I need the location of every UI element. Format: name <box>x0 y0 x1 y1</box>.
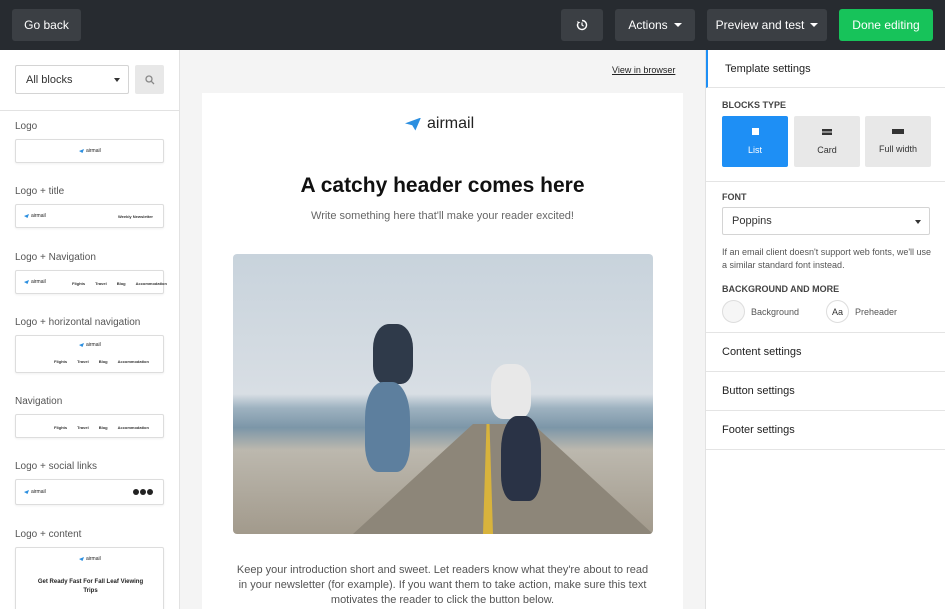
preheader-swatch[interactable]: Aa <box>826 300 849 323</box>
font-select[interactable]: Poppins <box>722 207 930 235</box>
actions-dropdown[interactable]: Actions <box>615 9 695 41</box>
thumb-title: Weekly Newsletter <box>117 214 153 219</box>
person-right-shape <box>491 364 531 419</box>
block-logo-social-links[interactable]: airmail <box>15 479 164 505</box>
airmail-logo: airmail <box>79 148 101 154</box>
card-type-icon <box>822 128 832 135</box>
hero-image[interactable] <box>233 254 653 534</box>
type-label: List <box>747 145 762 155</box>
instagram-icon <box>147 489 153 495</box>
background-color-picker[interactable]: Background <box>722 300 799 323</box>
preheader-color-picker[interactable]: Aa Preheader <box>826 300 897 323</box>
type-label: Full width <box>878 144 917 154</box>
email-subline[interactable]: Write something here that'll make your r… <box>202 210 683 222</box>
blocks-type-label: BLOCKS TYPE <box>722 100 787 110</box>
thumb-nav: Flights Travel Blog Accommodation <box>54 425 149 430</box>
airmail-logo: airmail <box>24 279 46 285</box>
block-label: Logo + content <box>15 529 82 540</box>
font-value: Poppins <box>732 215 772 227</box>
background-label: BACKGROUND AND MORE <box>722 284 840 294</box>
full-width-type-icon <box>892 129 904 134</box>
content-settings-section[interactable]: Content settings <box>706 333 945 372</box>
block-label: Logo <box>15 121 38 132</box>
filter-value: All blocks <box>26 73 73 86</box>
facebook-icon <box>133 489 139 495</box>
font-note: If an email client doesn't support web f… <box>722 247 932 270</box>
preheader-swatch-label: Preheader <box>855 306 898 317</box>
type-label: Card <box>817 144 837 155</box>
paper-plane-icon <box>405 117 421 131</box>
person-left-legs-shape <box>365 382 410 472</box>
button-settings-section[interactable]: Button settings <box>706 372 945 411</box>
block-logo-horizontal-navigation[interactable]: airmail Flights Travel Blog Accommodation <box>15 335 164 373</box>
email-headline[interactable]: A catchy header comes here <box>202 174 683 198</box>
go-back-button[interactable]: Go back <box>12 9 81 41</box>
panel-divider <box>706 181 945 182</box>
template-settings-header[interactable]: Template settings <box>706 50 945 88</box>
block-logo[interactable]: airmail <box>15 139 164 163</box>
actions-label: Actions <box>628 18 668 32</box>
email-canvas: View in browser airmail A catchy header … <box>181 50 705 609</box>
history-icon <box>576 19 588 31</box>
airmail-logo: airmail <box>24 213 46 219</box>
settings-panel: Template settings BLOCKS TYPE List Card … <box>705 50 945 609</box>
block-navigation[interactable]: Flights Travel Blog Accommodation <box>15 414 164 438</box>
chevron-down-icon <box>810 23 819 27</box>
email-preview: airmail A catchy header comes here Write… <box>202 93 683 609</box>
twitter-icon <box>140 489 146 495</box>
chevron-down-icon <box>673 23 682 27</box>
airmail-logo: airmail <box>79 556 101 562</box>
background-swatch[interactable] <box>722 300 745 323</box>
search-icon <box>144 74 154 84</box>
font-label: FONT <box>722 192 747 202</box>
text-style-icon: Aa <box>831 306 843 317</box>
block-type-full-width[interactable]: Full width <box>865 116 931 167</box>
history-button[interactable] <box>561 9 603 41</box>
preview-and-test-dropdown[interactable]: Preview and test <box>707 9 827 41</box>
chevron-down-icon <box>915 220 921 224</box>
footer-settings-section[interactable]: Footer settings <box>706 411 945 450</box>
airmail-logo: airmail <box>24 489 46 495</box>
airmail-logo: airmail <box>79 342 101 348</box>
block-logo-content[interactable]: airmail Get Ready Fast For Fall Leaf Vie… <box>15 547 164 609</box>
search-button[interactable] <box>135 65 164 94</box>
block-label: Logo + social links <box>15 461 97 472</box>
person-left-shape <box>373 324 413 384</box>
block-label: Navigation <box>15 396 63 407</box>
thumb-nav: Flights Travel Blog Accommodation <box>54 359 149 364</box>
social-icons <box>133 489 153 495</box>
block-logo-title[interactable]: airmail Weekly Newsletter <box>15 204 164 228</box>
list-type-icon <box>751 128 759 135</box>
block-label: Logo + Navigation <box>15 252 96 263</box>
block-type-card[interactable]: Card <box>794 116 860 167</box>
block-label: Logo + horizontal navigation <box>15 317 141 328</box>
top-toolbar: Go back Actions Preview and test Done ed… <box>0 0 945 50</box>
email-logo[interactable]: airmail <box>405 115 474 133</box>
blocks-sidebar: All blocks Logo airmail Logo + title air… <box>0 50 180 609</box>
done-editing-button[interactable]: Done editing <box>839 9 933 41</box>
email-intro-text[interactable]: Keep your introduction short and sweet. … <box>232 563 653 608</box>
block-type-list[interactable]: List <box>722 116 788 167</box>
thumb-nav: Flights Travel Blog Accommodation <box>72 281 167 286</box>
brand-name: airmail <box>427 115 475 132</box>
blocks-filter-select[interactable]: All blocks <box>15 65 129 94</box>
background-swatch-label: Background <box>751 306 800 317</box>
block-label: Logo + title <box>15 186 65 197</box>
preview-label: Preview and test <box>715 18 805 32</box>
person-right-legs-shape <box>501 416 541 501</box>
block-logo-navigation[interactable]: airmail Flights Travel Blog Accommodation <box>15 270 167 294</box>
thumb-content-title: Get Ready Fast For Fall Leaf Viewing Tri… <box>37 579 144 594</box>
view-in-browser-link[interactable]: View in browser <box>612 65 675 75</box>
chevron-down-icon <box>114 78 120 82</box>
sidebar-divider <box>0 110 179 111</box>
